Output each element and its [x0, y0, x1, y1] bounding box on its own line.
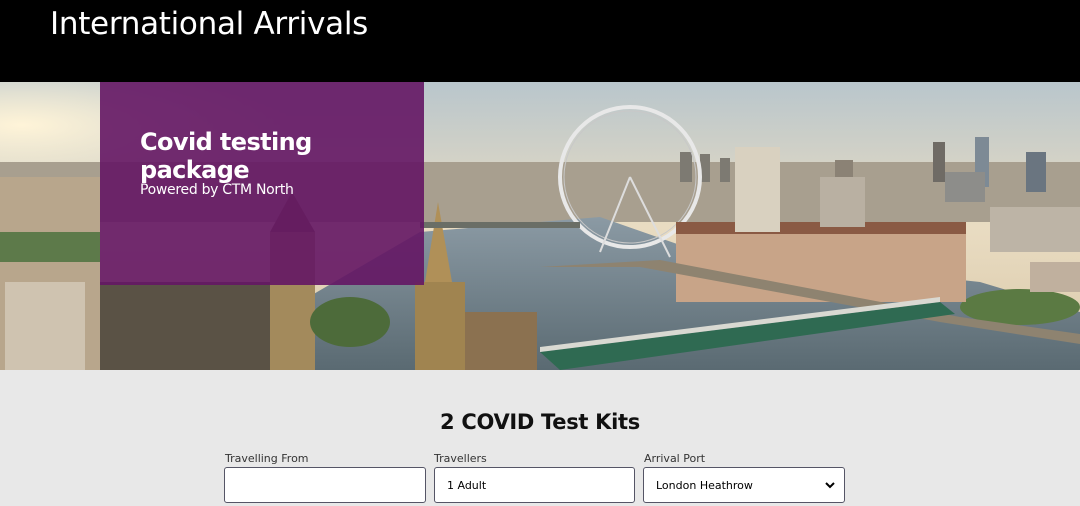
travellers-label: Travellers [434, 452, 487, 465]
arrival-port-label: Arrival Port [644, 452, 706, 465]
promo-card: Covid testing package Powered by CTM Nor… [100, 82, 424, 285]
travelling-from-input[interactable] [224, 467, 426, 503]
travellers-field[interactable]: 1 Adult [434, 467, 635, 503]
booking-section: 2 COVID Test Kits Travelling From Travel… [0, 370, 1080, 506]
promo-title: Covid testing package [140, 128, 312, 184]
chevron-down-icon [825, 482, 835, 489]
page-title: International Arrivals [50, 6, 368, 42]
arrival-port-value: London Heathrow [656, 478, 753, 492]
top-header: International Arrivals [0, 0, 1080, 82]
arrival-port-select[interactable]: London Heathrow [643, 467, 845, 503]
travellers-value: 1 Adult [447, 478, 487, 492]
product-heading: 2 COVID Test Kits [440, 410, 640, 434]
travelling-from-label: Travelling From [225, 452, 309, 465]
promo-subtitle: Powered by CTM North [140, 182, 294, 198]
